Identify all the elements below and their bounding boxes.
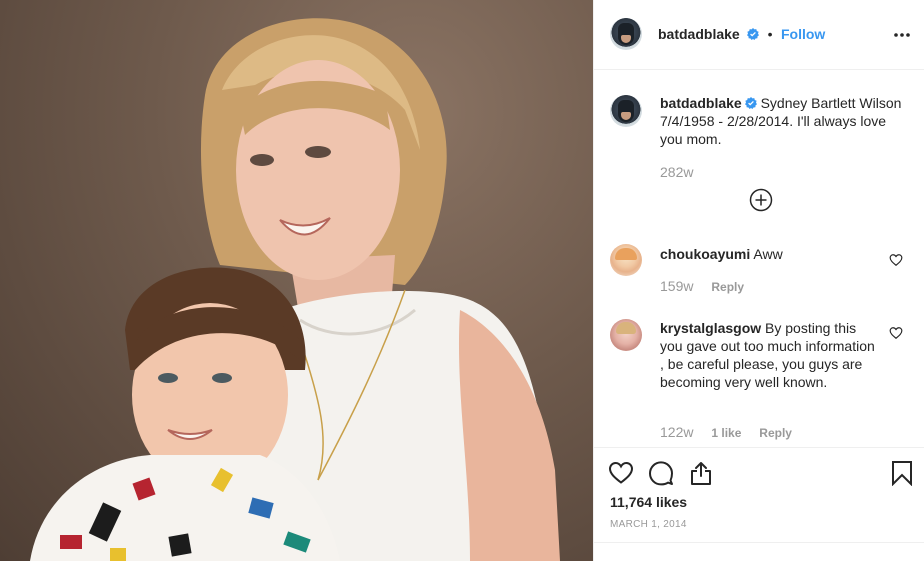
heart-icon[interactable]	[608, 460, 634, 486]
author-avatar[interactable]	[610, 18, 642, 50]
verified-badge-icon	[747, 28, 760, 40]
comments-list[interactable]: batdadblake Sydney Bartlett Wilson 7/4/1…	[594, 71, 924, 447]
comment-likes-count[interactable]: 1 like	[711, 426, 741, 440]
caption: batdadblake Sydney Bartlett Wilson 7/4/1…	[660, 94, 910, 180]
load-more-comments-icon[interactable]	[749, 188, 773, 212]
comment-icon[interactable]	[648, 460, 674, 486]
comment-text-block: krystalglasgow By posting this you gave …	[660, 319, 880, 391]
post-actions: 11,764 likes MARCH 1, 2014	[594, 447, 924, 542]
caption-avatar[interactable]	[610, 95, 642, 127]
post-date[interactable]: MARCH 1, 2014	[610, 519, 687, 530]
comment-text: Aww	[753, 246, 783, 262]
caption-username[interactable]: batdadblake	[660, 95, 742, 111]
comment-item: choukoayumi Aww	[660, 245, 880, 263]
caption-text-block: batdadblake Sydney Bartlett Wilson 7/4/1…	[660, 94, 910, 148]
author-username[interactable]: batdadblake	[658, 26, 740, 42]
commenter-avatar[interactable]	[610, 244, 642, 276]
share-icon[interactable]	[688, 460, 714, 486]
photo-illustration	[30, 18, 560, 561]
post-header: batdadblake • Follow	[594, 0, 924, 70]
comment-meta: 122w 1 like Reply	[660, 424, 806, 440]
comment-username[interactable]: krystalglasgow	[660, 320, 761, 336]
follow-button[interactable]: Follow	[781, 26, 825, 42]
post-photo[interactable]	[0, 0, 593, 561]
likes-count[interactable]: 11,764 likes	[610, 494, 687, 510]
comment-like-heart-icon[interactable]	[889, 253, 903, 267]
caption-timestamp[interactable]: 282w	[660, 164, 910, 180]
verified-badge-icon	[744, 97, 757, 109]
reply-button[interactable]: Reply	[759, 426, 792, 440]
comment-username[interactable]: choukoayumi	[660, 246, 750, 262]
comment-meta: 159w Reply	[660, 278, 758, 294]
reply-button[interactable]: Reply	[711, 280, 744, 294]
comment-like-heart-icon[interactable]	[889, 326, 903, 340]
more-options-icon[interactable]	[893, 26, 911, 44]
divider	[594, 542, 924, 543]
comment-timestamp[interactable]: 122w	[660, 424, 693, 440]
separator-dot: •	[767, 26, 773, 42]
bookmark-icon[interactable]	[889, 460, 915, 486]
comment-timestamp[interactable]: 159w	[660, 278, 693, 294]
author-line: batdadblake • Follow	[658, 26, 825, 44]
comment-item: krystalglasgow By posting this you gave …	[660, 319, 880, 391]
comment-text-block: choukoayumi Aww	[660, 245, 880, 263]
commenter-avatar[interactable]	[610, 319, 642, 351]
post-side-panel: batdadblake • Follow batdadblake Sydney	[593, 0, 924, 561]
